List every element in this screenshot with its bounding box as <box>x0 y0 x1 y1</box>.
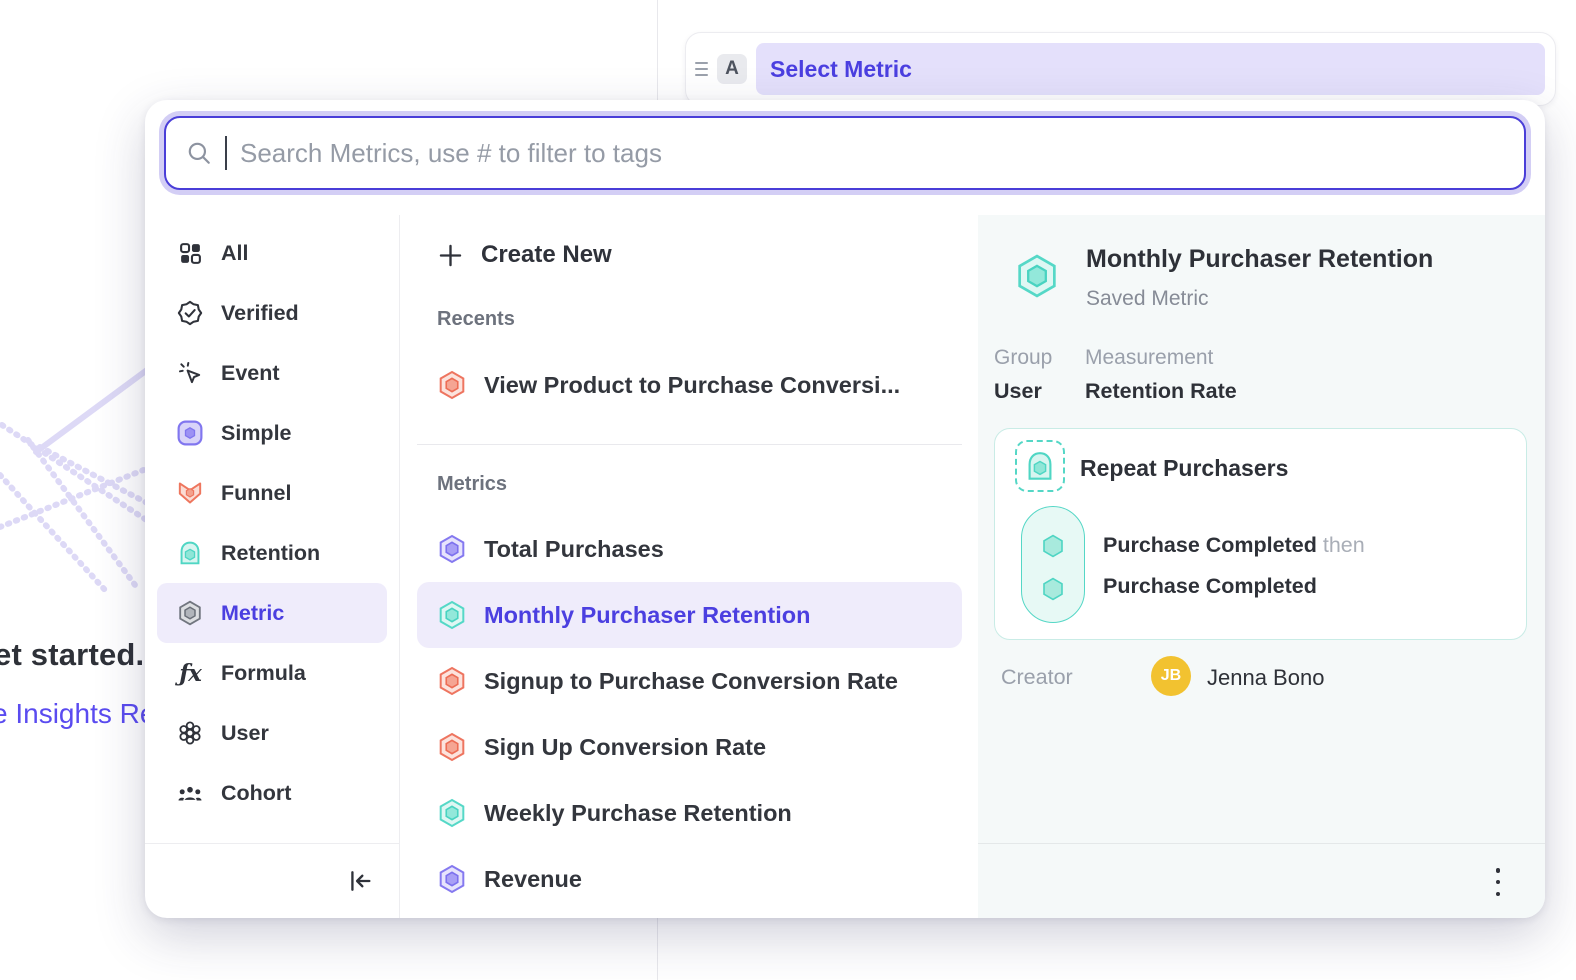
metric-item-signup-to-purchase[interactable]: Signup to Purchase Conversion Rate <box>417 648 962 714</box>
measurement-value: Retention Rate <box>1085 379 1237 404</box>
sidebar-item-all[interactable]: All <box>157 223 387 283</box>
step-hexagon-icon <box>1040 533 1066 559</box>
measurement-label: Measurement <box>1085 346 1237 370</box>
recent-metric-item[interactable]: View Product to Purchase Conversi... <box>417 357 962 413</box>
teal-hexagon-icon <box>1014 253 1060 299</box>
metric-definition-card: Repeat Purchasers Purchase Completed the… <box>994 428 1527 640</box>
metric-item-total-purchases[interactable]: Total Purchases <box>417 516 962 582</box>
funnel-icon <box>177 480 203 506</box>
teal-hexagon-icon <box>437 600 467 630</box>
grid-icon <box>177 240 203 266</box>
formula-fx-icon: ƒx <box>177 660 203 686</box>
details-subtitle: Saved Metric <box>1086 287 1209 311</box>
search-input[interactable]: Search Metrics, use # to filter to tags <box>164 116 1526 190</box>
search-icon <box>186 140 212 166</box>
kebab-menu-icon[interactable] <box>1495 868 1501 896</box>
metric-item-label: Sign Up Conversion Rate <box>484 734 766 761</box>
sidebar-item-cohort[interactable]: Cohort <box>157 763 387 823</box>
select-metric-label: Select Metric <box>770 56 912 83</box>
sidebar-item-label: Formula <box>221 661 306 686</box>
details-footer <box>978 843 1545 918</box>
purple-hexagon-icon <box>437 864 467 894</box>
sidebar-item-label: All <box>221 241 248 266</box>
creator-name: Jenna Bono <box>1207 665 1324 691</box>
metric-item-label: Monthly Purchaser Retention <box>484 602 810 629</box>
purple-hexagon-icon <box>437 534 467 564</box>
definition-connector: then <box>1323 533 1365 557</box>
details-title: Monthly Purchaser Retention <box>1086 245 1433 274</box>
sidebar-item-label: User <box>221 721 269 746</box>
metric-list-column: Create New Recents View Product to Purch… <box>400 215 978 918</box>
select-metric-pill[interactable]: Select Metric <box>756 43 1545 95</box>
search-placeholder: Search Metrics, use # to filter to tags <box>240 138 662 169</box>
metric-details-panel: Monthly Purchaser Retention Saved Metric… <box>978 215 1545 918</box>
details-meta: Group User Measurement Retention Rate <box>994 346 1237 404</box>
retention-definition-icon <box>1015 440 1065 492</box>
metric-item-label: Weekly Purchase Retention <box>484 800 792 827</box>
cohort-people-icon <box>177 780 203 806</box>
verified-seal-icon <box>177 300 203 326</box>
sidebar-item-label: Metric <box>221 601 284 626</box>
background-insights-link-fragment[interactable]: e Insights Re <box>0 698 155 730</box>
definition-step-2: Purchase Completed <box>1103 574 1317 599</box>
teal-hexagon-icon <box>437 798 467 828</box>
app-background: et started. e Insights Re A Select Metri… <box>0 0 1576 980</box>
recents-section-label: Recents <box>437 308 515 331</box>
simple-hexagon-icon <box>177 420 203 446</box>
sidebar-item-verified[interactable]: Verified <box>157 283 387 343</box>
metric-item-sign-up-conversion[interactable]: Sign Up Conversion Rate <box>417 714 962 780</box>
sidebar-item-simple[interactable]: Simple <box>157 403 387 463</box>
user-flower-icon <box>177 720 203 746</box>
background-chart-doodle <box>0 355 152 625</box>
definition-step-1: Purchase Completed then <box>1103 533 1365 558</box>
sidebar-item-label: Funnel <box>221 481 291 506</box>
sidebar-item-label: Simple <box>221 421 292 446</box>
row-letter-badge: A <box>717 54 747 84</box>
query-builder-row: A Select Metric <box>685 32 1556 106</box>
sidebar-item-formula[interactable]: ƒx Formula <box>157 643 387 703</box>
list-divider <box>417 444 962 445</box>
sidebar-item-label: Verified <box>221 301 299 326</box>
metric-item-label: Signup to Purchase Conversion Rate <box>484 668 898 695</box>
sidebar-item-label: Cohort <box>221 781 291 806</box>
sidebar-item-funnel[interactable]: Funnel <box>157 463 387 523</box>
metrics-list: Total Purchases Monthly Purchaser Retent… <box>417 516 962 912</box>
sidebar-item-metric[interactable]: Metric <box>157 583 387 643</box>
coral-hexagon-icon <box>437 370 467 400</box>
coral-hexagon-icon <box>437 732 467 762</box>
create-new-label: Create New <box>481 241 612 269</box>
metric-item-revenue[interactable]: Revenue <box>417 846 962 912</box>
definition-name: Repeat Purchasers <box>1080 455 1288 482</box>
retention-steps-capsule <box>1021 506 1085 623</box>
sidebar-item-label: Retention <box>221 541 320 566</box>
creator-label: Creator <box>1001 665 1073 690</box>
collapse-left-icon[interactable] <box>346 867 374 895</box>
sidebar-item-user[interactable]: User <box>157 703 387 763</box>
metrics-section-label: Metrics <box>437 473 507 496</box>
plus-icon <box>437 242 464 269</box>
metric-item-monthly-purchaser-retention[interactable]: Monthly Purchaser Retention <box>417 582 962 648</box>
group-label: Group <box>994 346 1085 370</box>
sidebar-footer <box>145 843 400 918</box>
drag-handle-icon[interactable] <box>695 62 708 76</box>
group-value: User <box>994 379 1085 404</box>
metric-hexagon-icon <box>177 600 203 626</box>
sidebar-item-label: Event <box>221 361 280 386</box>
retention-arch-icon <box>177 540 203 566</box>
step-hexagon-icon <box>1040 576 1066 602</box>
background-headline-fragment: et started. <box>0 637 144 673</box>
sidebar-item-retention[interactable]: Retention <box>157 523 387 583</box>
sidebar-item-event[interactable]: Event <box>157 343 387 403</box>
metric-item-label: Revenue <box>484 866 582 893</box>
metric-item-label: Total Purchases <box>484 536 664 563</box>
recent-metric-label: View Product to Purchase Conversi... <box>484 372 900 399</box>
metric-picker-modal: Search Metrics, use # to filter to tags … <box>145 100 1545 918</box>
metric-item-weekly-purchase-retention[interactable]: Weekly Purchase Retention <box>417 780 962 846</box>
creator-avatar: JB <box>1151 656 1191 696</box>
coral-hexagon-icon <box>437 666 467 696</box>
filter-sidebar: All Verified <box>145 215 400 918</box>
cursor-click-icon <box>177 360 203 386</box>
text-caret <box>225 136 227 170</box>
create-new-button[interactable]: Create New <box>417 233 962 277</box>
